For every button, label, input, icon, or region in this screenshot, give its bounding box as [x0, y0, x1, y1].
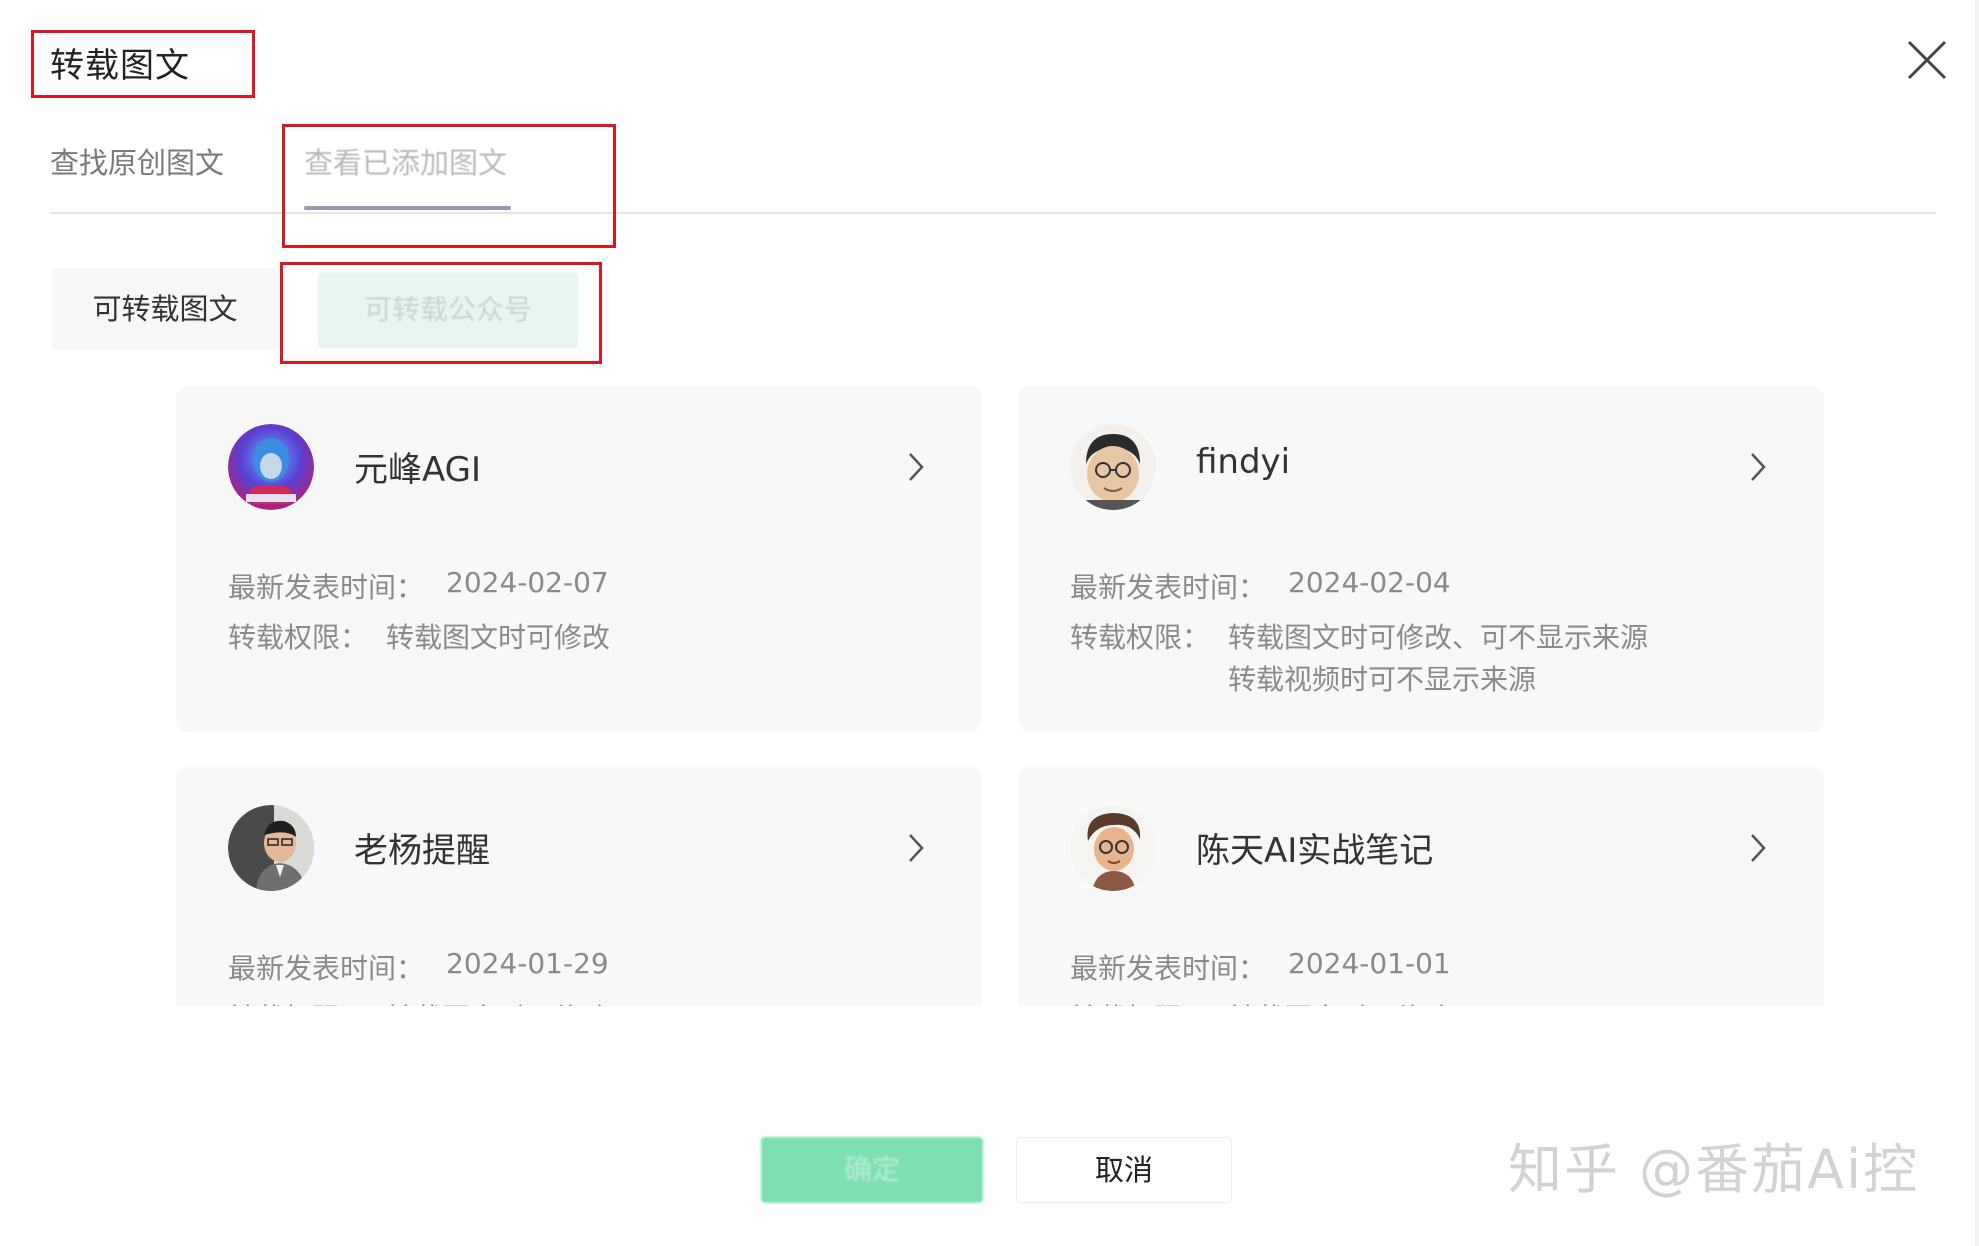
- permission-line: 转载图文时可修改: [386, 621, 611, 654]
- account-name: 老杨提醒: [354, 831, 490, 871]
- account-list: 元峰AGI 最新发表时间： 2024-02-07 转载权限： 转载图文时可修改: [170, 380, 1830, 1006]
- permission-line: 转载图文时可修改、可不显示来源: [1228, 621, 1649, 654]
- tab-highlight-box: [282, 124, 616, 248]
- latest-publish-label: 最新发表时间：: [1070, 571, 1267, 604]
- latest-publish-label: 最新发表时间：: [228, 952, 425, 985]
- permission-label: 转载权限：: [228, 621, 369, 654]
- account-card[interactable]: 元峰AGI 最新发表时间： 2024-02-07 转载权限： 转载图文时可修改: [176, 386, 982, 732]
- permission-label: 转载权限：: [1070, 997, 1210, 1006]
- chevron-right-icon: [904, 450, 928, 484]
- account-name: 元峰AGI: [354, 450, 482, 490]
- repost-dialog: 转载图文 查找原创图文 查看已添加图文 可转载图文 可转载公众号 元峰AGI 最…: [0, 0, 1979, 1246]
- latest-publish-date: 2024-01-01: [1288, 947, 1451, 980]
- latest-publish-label: 最新发表时间：: [228, 571, 425, 604]
- segment-reposted-articles[interactable]: 可转载图文: [52, 268, 278, 350]
- confirm-button[interactable]: 确定: [761, 1137, 983, 1203]
- permission-label: 转载权限：: [1070, 621, 1211, 654]
- permission-line: 转载图文时可修改: [386, 997, 610, 1006]
- chevron-right-icon: [1746, 831, 1770, 865]
- cancel-button[interactable]: 取消: [1016, 1137, 1232, 1203]
- account-name: 陈天AI实战笔记: [1196, 831, 1434, 871]
- chevron-right-icon: [1746, 450, 1770, 484]
- avatar: [228, 424, 314, 510]
- chevron-right-icon: [904, 831, 928, 865]
- tab-find-original[interactable]: 查找原创图文: [50, 140, 224, 182]
- permission-label: 转载权限：: [228, 997, 368, 1006]
- segment-highlight-box: [280, 262, 602, 364]
- title-highlight-box: [31, 30, 255, 98]
- close-button[interactable]: [1905, 38, 1949, 82]
- account-card[interactable]: 陈天AI实战笔记 最新发表时间： 2024-01-01 转载权限： 转载图文时可…: [1018, 767, 1824, 1006]
- account-card[interactable]: 老杨提醒 最新发表时间： 2024-01-29 转载权限： 转载图文时可修改: [176, 767, 982, 1006]
- latest-publish-date: 2024-02-07: [446, 566, 609, 599]
- avatar: [1070, 424, 1156, 510]
- avatar: [1070, 805, 1156, 891]
- avatar: [228, 805, 314, 891]
- account-card[interactable]: findyi 最新发表时间： 2024-02-04 转载权限： 转载图文时可修改…: [1018, 386, 1824, 732]
- close-icon: [1907, 40, 1947, 80]
- latest-publish-date: 2024-01-29: [446, 947, 609, 980]
- permission-line: 转载图文时可修改: [1228, 997, 1452, 1006]
- latest-publish-date: 2024-02-04: [1288, 566, 1451, 599]
- account-name: findyi: [1196, 442, 1291, 482]
- permission-line: 转载视频时可不显示来源: [1228, 663, 1537, 696]
- watermark: 知乎 @番茄Ai控: [1508, 1138, 1920, 1201]
- latest-publish-label: 最新发表时间：: [1070, 952, 1267, 985]
